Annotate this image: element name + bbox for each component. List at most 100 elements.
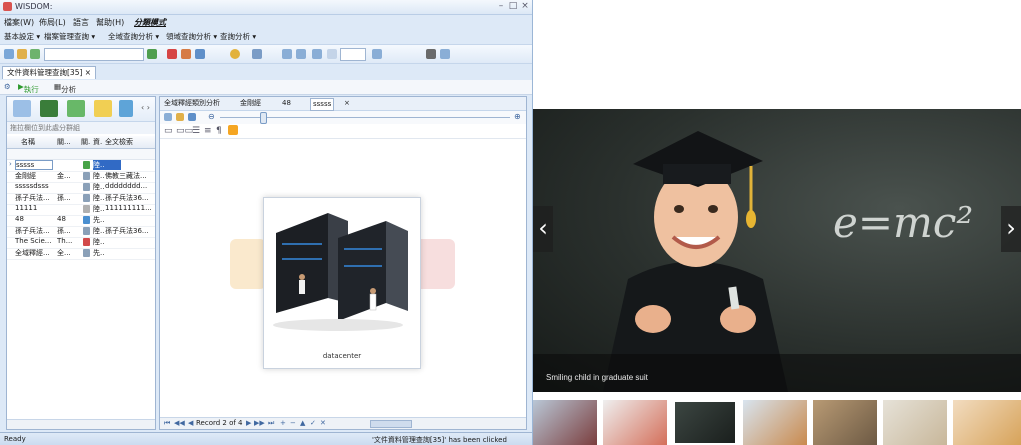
table-row[interactable]: 孫子兵法... 孫... 陸.. 孫子兵法36... (7, 226, 155, 238)
menu-classification-mode[interactable]: 分類模式 (134, 17, 166, 28)
first-record-icon[interactable]: ⏮ (164, 419, 170, 428)
edit-record-icon[interactable]: ▲ (300, 419, 305, 427)
toolbar-combo[interactable] (44, 48, 144, 61)
document-tab-close-icon[interactable]: × (85, 68, 91, 77)
prev-page-icon[interactable]: ◀◀ (174, 419, 185, 427)
chart-view-icon[interactable] (119, 100, 133, 117)
image-tool-icon[interactable] (228, 125, 238, 135)
align-icon[interactable]: ≡ (204, 126, 212, 136)
box-icon[interactable]: ▭ (164, 126, 173, 136)
menu-file[interactable]: 檔案(W) (4, 17, 34, 28)
page-icon[interactable] (164, 113, 172, 121)
thumbnail-2[interactable] (603, 400, 667, 445)
color-icon[interactable] (230, 49, 240, 59)
settings-icon[interactable]: ⚙ (4, 82, 11, 91)
tab-global-analysis[interactable]: 全域釋經類別分析 (162, 98, 222, 109)
next-page-icon[interactable]: ▶▶ (254, 419, 265, 427)
zoom-slider-thumb[interactable] (260, 112, 267, 124)
print-preview-icon[interactable] (195, 49, 205, 59)
prev-record-icon[interactable]: ◀ (188, 419, 193, 427)
side-card-right[interactable] (415, 239, 455, 289)
table-row[interactable]: 孫子兵法... 孫... 陸.. 孫子兵法36... (7, 193, 155, 205)
col-name[interactable]: 名稱 (21, 137, 35, 147)
grid-horizontal-scrollbar[interactable] (7, 419, 155, 429)
table-row[interactable]: sssssdsss 陸.. dddddddd... (7, 182, 155, 194)
thumbnail-6[interactable] (883, 400, 947, 445)
columns-icon[interactable]: ▭▭ (176, 126, 193, 136)
document-tab[interactable]: 文件資料管理查詢[35] × (2, 66, 97, 79)
nav-domain-query[interactable]: 領域查詢分析 ▾ (166, 31, 217, 42)
zoom-out-icon[interactable]: ⊖ (208, 112, 215, 121)
table-row[interactable]: The Scie... Th... 陸.. (7, 237, 155, 249)
folder-icon[interactable] (176, 113, 184, 121)
next-slide-button[interactable]: › (1001, 206, 1021, 252)
col-rel2[interactable]: 關. (81, 137, 90, 147)
table-row[interactable]: 全域釋經... 全... 先.. (7, 248, 155, 260)
execute-button[interactable]: ▶ 執行 (18, 82, 39, 94)
save-icon[interactable] (188, 113, 196, 121)
zoom-in-icon[interactable]: ⊕ (514, 112, 521, 121)
col-data[interactable]: 資. (93, 137, 102, 147)
tab-diamond-sutra[interactable]: 金剛經 (238, 98, 263, 109)
list-view-icon[interactable] (13, 100, 31, 117)
side-card-left[interactable] (230, 239, 266, 289)
coverflow-card[interactable]: datacenter (263, 197, 421, 369)
toolbar-small-field[interactable] (340, 48, 366, 61)
rows-icon[interactable]: ☰ (192, 126, 200, 136)
last-record-icon[interactable]: ⏭ (268, 419, 274, 428)
thumbnail-7[interactable] (953, 400, 1021, 445)
prev-slide-button[interactable]: ‹ (533, 206, 553, 252)
menu-language[interactable]: 語言 (73, 17, 89, 28)
zoom-icon[interactable] (440, 49, 450, 59)
export-icon[interactable] (181, 49, 191, 59)
col-fulltext[interactable]: 全文檢索 (105, 137, 133, 147)
folder-view-icon[interactable] (94, 100, 112, 117)
col-rel[interactable]: 關... (57, 137, 71, 147)
delete-record-icon[interactable]: − (290, 419, 296, 427)
undo-icon[interactable] (282, 49, 292, 59)
slide-main-image[interactable]: e=mc² Smiling child in graduate suit ‹ › (533, 109, 1021, 392)
tab-48[interactable]: 48 (280, 98, 293, 109)
clock-icon[interactable] (327, 49, 337, 59)
analyze-button[interactable]: ▦ 分析 (54, 82, 76, 94)
next-record-icon[interactable]: ▶ (246, 419, 251, 427)
tab-close-icon[interactable]: × (342, 98, 352, 109)
new-icon[interactable] (4, 49, 14, 59)
tab-sssss[interactable]: sssss (310, 98, 335, 111)
menu-layout[interactable]: 佈局(L) (39, 17, 66, 28)
pdf-icon[interactable] (167, 49, 177, 59)
paragraph-icon[interactable]: ¶ (216, 126, 222, 136)
add-record-icon[interactable]: + (280, 419, 286, 427)
close-icon[interactable]: × (520, 1, 530, 11)
cancel-icon[interactable]: ✕ (320, 419, 326, 427)
more-views-icon[interactable]: ‹ › (141, 103, 150, 112)
report-view-icon[interactable] (67, 100, 85, 117)
horizontal-scroll-thumb[interactable] (370, 420, 412, 428)
redo-icon[interactable] (296, 49, 306, 59)
nav-basic-settings[interactable]: 基本設定 ▾ (4, 31, 40, 42)
open-icon[interactable] (17, 49, 27, 59)
refresh-icon[interactable] (312, 49, 322, 59)
go-icon[interactable] (147, 49, 157, 59)
window-icon[interactable] (372, 49, 382, 59)
table-row[interactable]: 48 48 先.. (7, 215, 155, 227)
layout-icon[interactable] (252, 49, 262, 59)
thumbnail-1[interactable] (533, 400, 597, 445)
confirm-icon[interactable]: ✓ (310, 419, 316, 427)
thumbnail-3-active[interactable] (673, 400, 737, 445)
edit-icon[interactable] (30, 49, 40, 59)
filter-row[interactable] (7, 149, 155, 160)
nav-file-query[interactable]: 檔案管理查詢 ▾ (44, 31, 95, 42)
printer-icon[interactable] (426, 49, 436, 59)
maximize-icon[interactable]: □ (508, 1, 518, 11)
nav-query-analysis[interactable]: 查詢分析 ▾ (220, 31, 256, 42)
thumbnail-4[interactable] (743, 400, 807, 445)
thumbnail-5[interactable] (813, 400, 877, 445)
table-row[interactable]: 11111 陸.. 111111111... (7, 204, 155, 216)
menu-help[interactable]: 幫助(H) (96, 17, 124, 28)
table-row[interactable]: › sssss 陸.. (7, 160, 155, 172)
table-row[interactable]: 金剛經 金... 陸.. 佛教三藏法... (7, 171, 155, 183)
minimize-icon[interactable]: – (496, 1, 506, 11)
nav-global-query[interactable]: 全域查詢分析 ▾ (108, 31, 159, 42)
table-view-icon[interactable] (40, 100, 58, 117)
